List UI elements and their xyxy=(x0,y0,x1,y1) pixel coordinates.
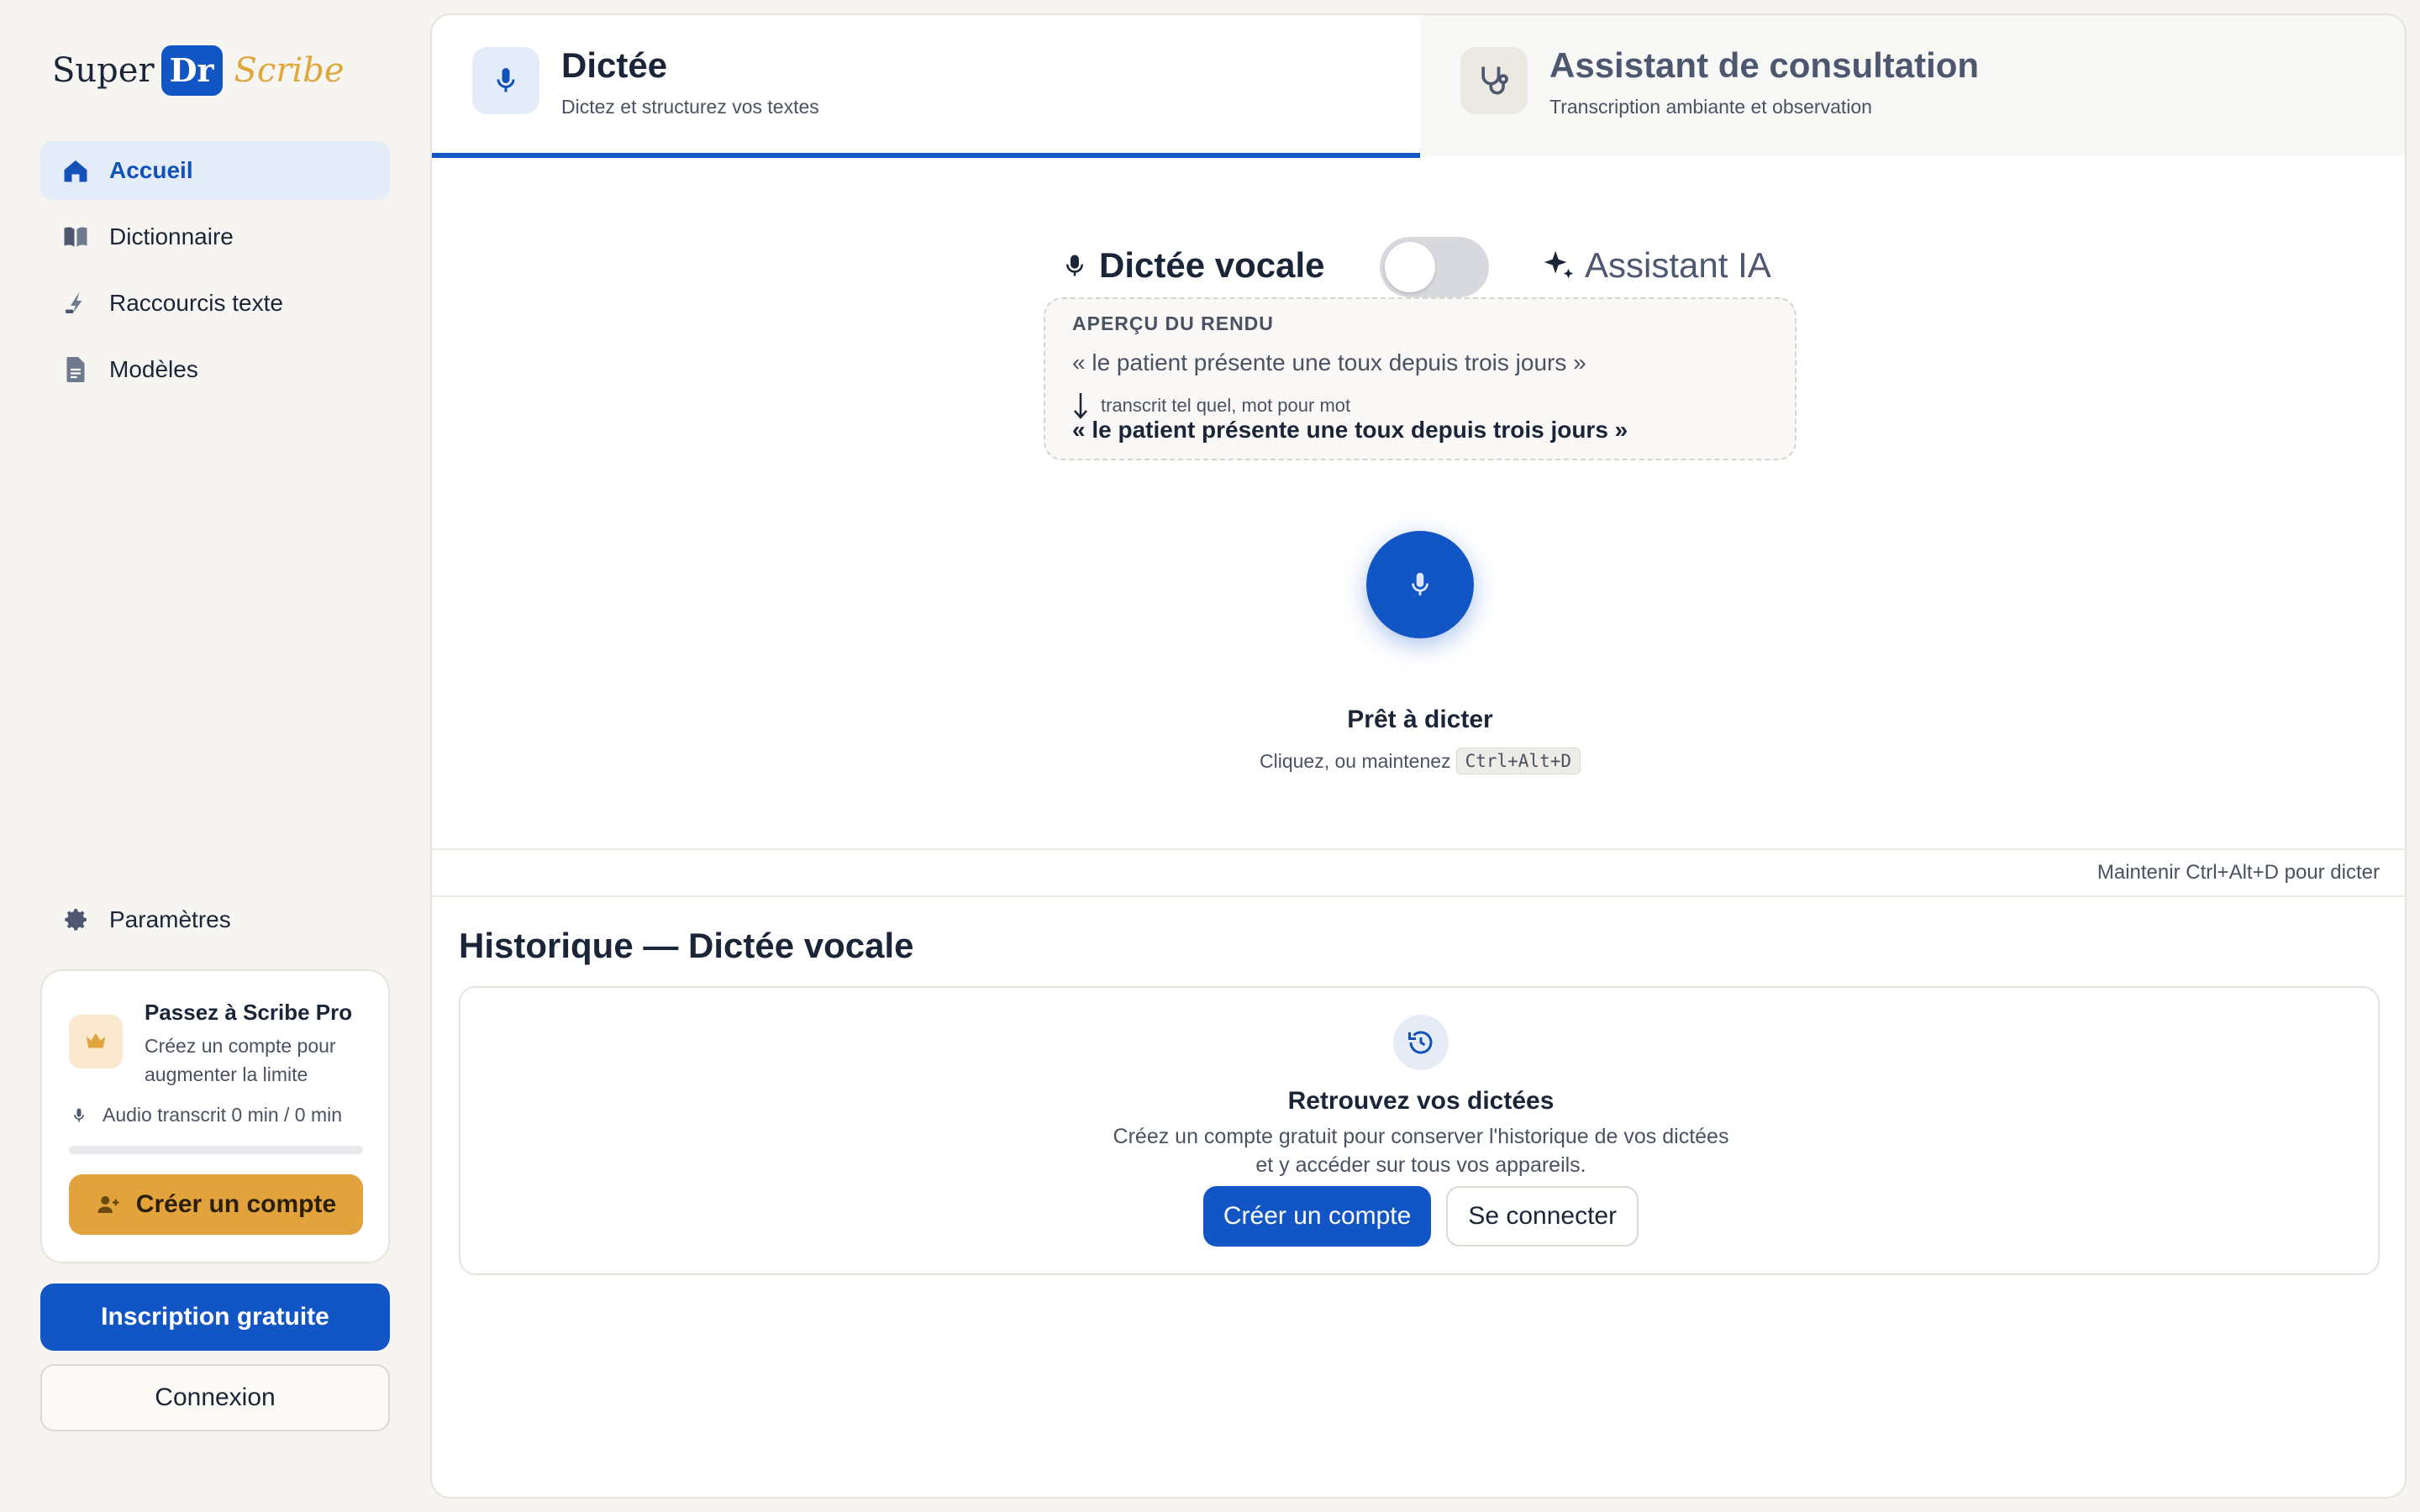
microphone-icon xyxy=(1412,572,1428,596)
create-account-label: Créer un compte xyxy=(135,1190,337,1218)
mode-right-label: Assistant IA xyxy=(1585,245,1771,285)
tab-subtitle: Transcription ambiante et observation xyxy=(1549,96,1872,118)
toggle-knob xyxy=(1385,242,1435,292)
sparkles-icon xyxy=(1544,250,1574,279)
history-text: Créez un compte gratuit pour conserver l… xyxy=(460,1122,2381,1179)
tab-dictee[interactable]: Dictée Dictez et structurez vos textes xyxy=(432,15,1420,158)
mode-dictee-vocale[interactable]: Dictée vocale xyxy=(1062,232,1325,299)
audio-usage-row: Audio transcrit 0 min / 0 min xyxy=(71,1104,342,1126)
app-logo[interactable]: Super Dr Scribe xyxy=(52,44,345,97)
preview-raw-text: « le patient présente une toux depuis tr… xyxy=(1072,349,1586,375)
mode-left-label: Dictée vocale xyxy=(1099,245,1325,285)
tab-assistant-consultation[interactable]: Assistant de consultation Transcription … xyxy=(1420,15,2405,156)
sidebar-item-parametres[interactable]: Paramètres xyxy=(40,890,390,949)
home-icon xyxy=(64,160,87,182)
tab-title: Dictée xyxy=(561,45,668,85)
shortcut-icon xyxy=(66,291,82,315)
sidebar-nav: Accueil Dictionnaire Raccourcis texte Mo… xyxy=(40,141,390,407)
logo-dr: Dr xyxy=(160,45,223,96)
preview-transform-row: transcrit tel quel, mot pour mot xyxy=(1072,391,1350,420)
pro-card-subtitle: Créez un compte pour augmenter la limite xyxy=(145,1035,336,1085)
logo-scribe: Scribe xyxy=(234,51,345,90)
sidebar-item-modeles[interactable]: Modèles xyxy=(40,340,390,399)
microphone-icon xyxy=(1066,255,1083,276)
stethoscope-icon xyxy=(1460,47,1528,114)
record-button[interactable] xyxy=(1366,531,1474,638)
history-title: Historique — Dictée vocale xyxy=(459,926,914,965)
render-preview: APERÇU DU RENDU « le patient présente un… xyxy=(1044,297,1797,460)
sidebar: Super Dr Scribe Accueil Dictionnaire Rac… xyxy=(0,0,430,1512)
mode-tabs: Dictée Dictez et structurez vos textes A… xyxy=(432,15,2405,158)
preview-label: APERÇU DU RENDU xyxy=(1072,312,1274,334)
shortcut-hint-text: Maintenir Ctrl+Alt+D pour dicter xyxy=(2096,861,2380,884)
history-text-line: Créez un compte gratuit pour conserver l… xyxy=(1113,1125,1729,1148)
sidebar-item-label: Accueil xyxy=(109,157,193,183)
dictate-hint-text: Cliquez, ou maintenez xyxy=(1259,749,1451,772)
tab-subtitle: Dictez et structurez vos textes xyxy=(561,96,819,118)
audio-usage-label: Audio transcrit 0 min / 0 min xyxy=(103,1104,343,1126)
history-text-line: et y accéder sur tous vos appareils. xyxy=(1255,1153,1586,1177)
history-actions: Créer un compte Se connecter xyxy=(460,1186,2381,1247)
sidebar-item-label: Paramètres xyxy=(109,906,231,932)
shortcut-hint-bar: Maintenir Ctrl+Alt+D pour dicter xyxy=(432,848,2405,897)
arrow-down-icon xyxy=(1074,393,1087,419)
dictate-status: Prêt à dicter xyxy=(1347,706,1493,733)
book-icon xyxy=(64,227,87,247)
signup-button[interactable]: Inscription gratuite xyxy=(40,1284,390,1351)
document-icon xyxy=(66,357,85,382)
gear-icon xyxy=(65,909,87,931)
sidebar-item-dictionnaire[interactable]: Dictionnaire xyxy=(40,207,390,266)
sidebar-item-label: Dictionnaire xyxy=(109,223,234,249)
create-account-button[interactable]: Créer un compte xyxy=(69,1174,363,1235)
microphone-icon xyxy=(472,47,539,114)
shortcut-key: Ctrl+Alt+D xyxy=(1455,748,1581,774)
pro-card-title: Passez à Scribe Pro xyxy=(145,1000,353,1025)
sidebar-item-raccourcis[interactable]: Raccourcis texte xyxy=(40,274,390,333)
login-button[interactable]: Connexion xyxy=(40,1364,390,1431)
sidebar-item-label: Modèles xyxy=(109,356,198,382)
tab-title: Assistant de consultation xyxy=(1549,45,1980,85)
history-icon xyxy=(1393,1015,1449,1070)
main-panel: Dictée Dictez et structurez vos textes A… xyxy=(430,13,2407,1499)
sidebar-item-label: Raccourcis texte xyxy=(109,290,283,316)
mode-toggle[interactable] xyxy=(1380,237,1489,297)
preview-note: transcrit tel quel, mot pour mot xyxy=(1101,395,1351,416)
history-heading: Retrouvez vos dictées xyxy=(1287,1087,1555,1115)
mode-assistant-ia[interactable]: Assistant IA xyxy=(1539,232,1771,299)
audio-usage-progress xyxy=(69,1146,363,1154)
history-login-button[interactable]: Se connecter xyxy=(1446,1186,1639,1247)
sidebar-settings: Paramètres xyxy=(40,890,390,957)
sidebar-item-accueil[interactable]: Accueil xyxy=(40,141,390,200)
history-empty-card: Retrouvez vos dictées Créez un compte gr… xyxy=(459,986,2380,1275)
microphone-icon xyxy=(74,1108,84,1121)
mode-switch-row: Dictée vocale Assistant IA xyxy=(432,232,2405,299)
pro-upgrade-card: Passez à Scribe Pro Créez un compte pour… xyxy=(40,969,390,1263)
add-user-icon xyxy=(97,1196,119,1213)
logo-super: Super xyxy=(52,51,155,90)
dictate-hint: Cliquez, ou maintenez Ctrl+Alt+D xyxy=(432,748,2405,774)
crown-icon xyxy=(69,1015,123,1068)
history-create-account-button[interactable]: Créer un compte xyxy=(1202,1186,1432,1247)
preview-final-text: « le patient présente une toux depuis tr… xyxy=(1072,417,1628,443)
